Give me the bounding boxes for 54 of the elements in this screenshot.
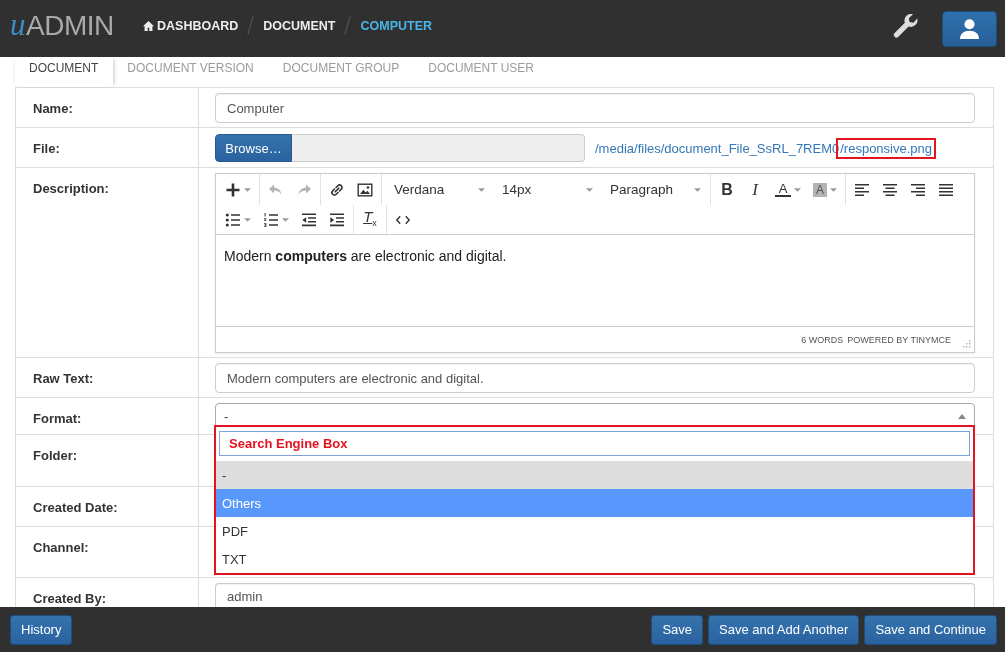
italic-button[interactable]: I [742, 176, 768, 203]
align-left-icon [854, 181, 870, 198]
toolbar-select[interactable]: Paragraph [601, 176, 707, 203]
bullet-list-icon [225, 211, 241, 228]
text-field[interactable]: Computer [215, 93, 975, 123]
save-button[interactable]: Save [651, 614, 703, 645]
resize-grip-icon[interactable] [963, 339, 971, 348]
image-icon [357, 181, 373, 198]
logo[interactable]: uADMIN [10, 10, 115, 41]
browse-button[interactable]: Browse… [215, 134, 292, 162]
field-label: Created By: [33, 591, 106, 606]
word-count: 6 WORDS [801, 334, 844, 345]
toolbar-select[interactable]: 14px [493, 176, 599, 203]
field-label: Format: [33, 411, 82, 426]
dropdown-option[interactable]: TXT [216, 545, 973, 573]
caret-icon [958, 414, 966, 419]
field-label: Raw Text: [33, 371, 94, 386]
bold-button[interactable]: B [714, 176, 740, 203]
field-label: Description: [33, 181, 109, 196]
search-field[interactable]: Search Engine Box [219, 431, 970, 456]
plus-icon [225, 181, 241, 198]
toolbar-select[interactable]: Verdana [385, 176, 491, 203]
numbered-list-icon [263, 211, 279, 228]
field-label: Name: [33, 101, 73, 116]
field-label: Channel: [33, 540, 89, 555]
tab[interactable]: DOCUMENT [15, 57, 114, 87]
editor-content[interactable]: Modern computers are electronic and digital. [216, 235, 974, 326]
field-label: File: [33, 141, 60, 156]
file-field[interactable] [292, 134, 585, 162]
user-icon [960, 18, 979, 39]
align-right-icon [910, 181, 926, 198]
align-center-icon [882, 181, 898, 198]
save-and-add-another-button[interactable]: Save and Add Another [708, 614, 860, 645]
user-button[interactable] [942, 10, 997, 47]
indent-icon [329, 211, 345, 228]
text-field[interactable]: Modern computers are electronic and digital. [215, 363, 975, 393]
dropdown-option[interactable]: - [216, 461, 973, 489]
breadcrumb-link[interactable]: DOCUMENT [263, 17, 336, 34]
highlight-button[interactable]: A [808, 176, 842, 203]
branding-link[interactable]: POWERED BY TINYMCE [847, 334, 951, 345]
outdent-icon [301, 211, 317, 228]
field-label: Folder: [33, 448, 78, 463]
wrench-icon[interactable] [893, 14, 918, 39]
link-icon [329, 181, 345, 198]
field-label: Created Date: [33, 500, 118, 515]
breadcrumb-link[interactable]: DASHBOARD [143, 17, 239, 34]
align-justify-icon [938, 181, 954, 198]
dropdown-option[interactable]: PDF [216, 517, 973, 545]
home-icon [143, 20, 154, 31]
save-and-continue-button[interactable]: Save and Continue [864, 614, 997, 645]
clear-format-button[interactable]: T$_{x}$ [357, 206, 383, 233]
breadcrumb-current[interactable]: COMPUTER [360, 17, 432, 34]
text-color-button[interactable]: A [770, 176, 806, 203]
history-button[interactable]: History [10, 614, 73, 645]
